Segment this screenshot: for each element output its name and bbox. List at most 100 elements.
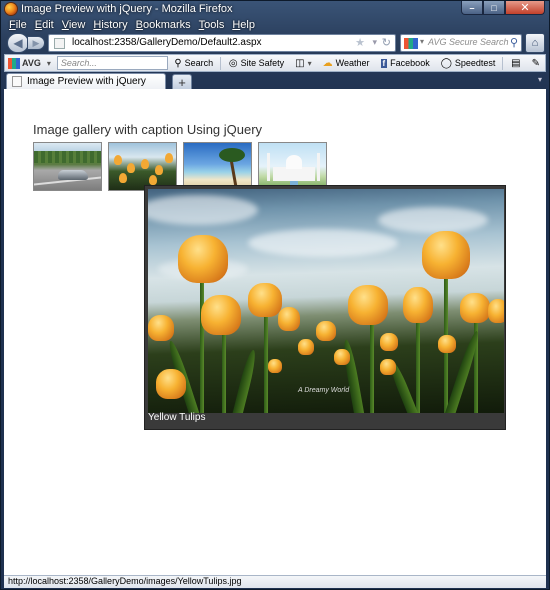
weather-button[interactable]: ☁ Weather: [317, 58, 375, 69]
back-forward-group: ◀ ▶: [7, 33, 47, 53]
chevron-down-icon: ▾: [307, 58, 312, 68]
weather-icon: ☁: [322, 57, 333, 69]
tulip: [380, 359, 396, 375]
trash-button[interactable]: ◫ ▾: [289, 58, 316, 69]
menu-view[interactable]: View: [58, 18, 90, 33]
window-title: Image Preview with jQuery - Mozilla Fire…: [21, 3, 233, 15]
dome: [286, 155, 302, 169]
building: [273, 167, 315, 181]
status-text: http://localhost:2358/GalleryDemo/images…: [8, 576, 242, 586]
tulip: [278, 307, 300, 331]
speedometer-icon: ◯: [440, 57, 452, 69]
avg-search-button[interactable]: ⚲ Search: [168, 58, 218, 69]
arrow-left-icon: ◀: [13, 36, 23, 50]
home-icon: ⌂: [531, 37, 539, 49]
car: [58, 170, 88, 180]
close-button[interactable]: ✕: [505, 1, 545, 15]
search-placeholder[interactable]: AVG Secure Search: [428, 37, 509, 47]
cloud: [148, 195, 258, 225]
home-button[interactable]: ⌂: [525, 33, 545, 53]
tab-list-icon[interactable]: ▾: [538, 75, 542, 84]
reload-icon[interactable]: ↻: [382, 36, 391, 49]
avg-logo[interactable]: AVG ▾: [8, 57, 51, 69]
title-bar: Image Preview with jQuery - Mozilla Fire…: [1, 1, 549, 18]
thumbnail-strip: [33, 142, 327, 191]
image-preview-popup: A Dreamy World Yellow Tulips: [144, 185, 506, 430]
tulip: [141, 159, 149, 169]
tulip: [178, 235, 228, 283]
new-tab-button[interactable]: +: [172, 74, 192, 90]
facebook-button[interactable]: f Facebook: [375, 58, 435, 68]
avg-logo-icon[interactable]: [404, 38, 418, 49]
tab-label: Image Preview with jQuery: [27, 76, 146, 87]
site-safety-button[interactable]: ◎ Site Safety: [223, 58, 289, 69]
address-bar[interactable]: localhost:2358/GalleryDemo/Default2.aspx…: [48, 34, 396, 52]
tulip: [438, 335, 456, 353]
separator: [220, 56, 221, 70]
cloud: [248, 229, 398, 257]
minimize-button[interactable]: –: [461, 1, 483, 15]
tulip: [119, 173, 127, 183]
search-engine-dropdown-icon[interactable]: ▾: [420, 37, 424, 46]
menu-edit[interactable]: Edit: [31, 18, 58, 33]
avg-toolbar: AVG ▾ Search... ⚲ Search ◎ Site Safety ◫ ▾ …: [4, 54, 546, 72]
forward-button[interactable]: ▶: [27, 36, 45, 50]
cloud: [378, 207, 488, 233]
menu-history[interactable]: History: [89, 18, 131, 33]
thumbnail-tulips[interactable]: [108, 142, 177, 191]
thumbnail-taj-mahal[interactable]: [258, 142, 327, 191]
tulip: [488, 299, 504, 323]
menu-tools[interactable]: Tools: [195, 18, 229, 33]
browser-window: Image Preview with jQuery - Mozilla Fire…: [0, 0, 550, 590]
window-controls: – □ ✕: [461, 1, 545, 16]
palm-trunk: [229, 158, 238, 188]
chevron-down-icon[interactable]: ▾: [47, 59, 51, 68]
stem: [200, 279, 204, 413]
menu-file[interactable]: File: [5, 18, 31, 33]
tulip: [316, 321, 336, 341]
bookmark-star-icon[interactable]: ★: [355, 36, 365, 49]
back-button[interactable]: ◀: [7, 33, 29, 53]
separator: [502, 56, 504, 70]
edit-button[interactable]: ✎: [526, 58, 545, 69]
tab-strip: Image Preview with jQuery + ▾: [4, 73, 546, 90]
pencil-icon: ✎: [531, 57, 540, 69]
minaret: [267, 153, 270, 181]
maximize-button[interactable]: □: [483, 1, 505, 15]
magnifier-icon[interactable]: ⚲: [510, 36, 518, 49]
page-favicon: [54, 38, 65, 49]
tulip: [165, 153, 173, 163]
trees: [34, 151, 101, 163]
thumbnail-beach[interactable]: [183, 142, 252, 191]
menu-bookmarks[interactable]: Bookmarks: [132, 18, 195, 33]
tulip: [248, 283, 282, 317]
minaret: [317, 153, 320, 181]
tab-active[interactable]: Image Preview with jQuery: [6, 73, 166, 89]
speedtest-button[interactable]: ◯ Speedtest: [435, 58, 501, 69]
notes-button[interactable]: ▤: [505, 58, 525, 69]
stem: [416, 319, 420, 413]
stem: [222, 329, 226, 413]
thumbnail-car[interactable]: [33, 142, 102, 191]
tulip: [380, 333, 398, 351]
search-bar[interactable]: ▾ AVG Secure Search ⚲: [400, 34, 522, 52]
stem: [370, 319, 374, 413]
magnifier-icon: ⚲: [174, 57, 182, 69]
firefox-icon[interactable]: [5, 3, 17, 15]
trash-icon: ◫: [295, 57, 305, 69]
url-history-dropdown-icon[interactable]: ▾: [372, 37, 377, 48]
tulip: [155, 165, 163, 175]
tulip: [403, 287, 433, 323]
leaf: [231, 348, 259, 413]
navigation-bar: ◀ ▶ localhost:2358/GalleryDemo/Default2.…: [4, 33, 546, 53]
preview-caption: Yellow Tulips: [148, 412, 206, 423]
tulip: [114, 155, 122, 165]
tulip: [348, 285, 388, 325]
url-text[interactable]: localhost:2358/GalleryDemo/Default2.aspx: [72, 37, 262, 48]
tulip: [156, 369, 186, 399]
menu-help[interactable]: Help: [228, 18, 259, 33]
page-content: Image gallery with caption Using jQuery: [4, 89, 546, 575]
tulip: [298, 339, 314, 355]
avg-search-input[interactable]: Search...: [56, 56, 169, 70]
tulip: [334, 349, 350, 365]
